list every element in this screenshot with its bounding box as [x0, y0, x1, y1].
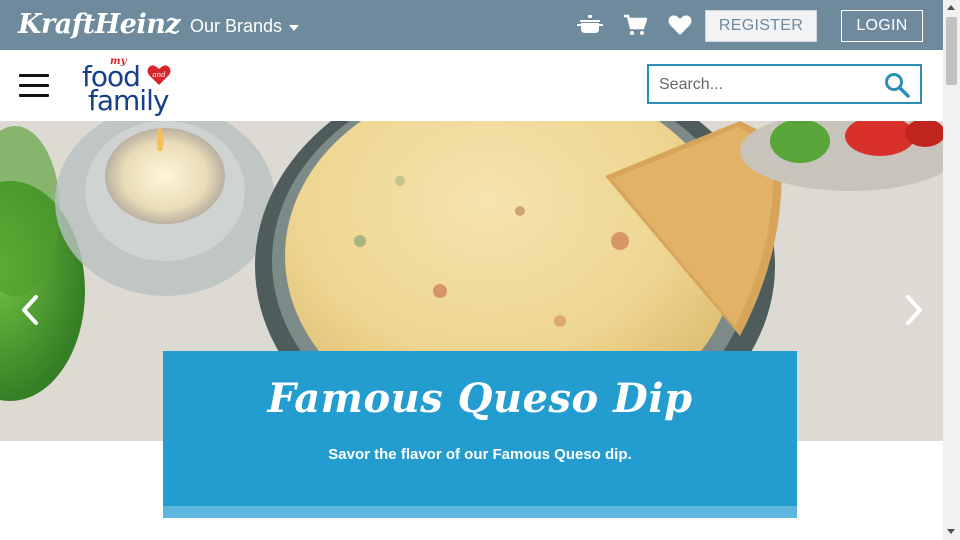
logo-family-text: family	[88, 84, 169, 117]
kraftheinz-logo[interactable]: KraftHeinz	[18, 9, 181, 40]
login-button[interactable]: LOGIN	[841, 10, 923, 42]
caret-down-icon	[289, 25, 300, 31]
menu-icon[interactable]	[19, 74, 49, 97]
next-slide-button[interactable]	[902, 293, 926, 327]
our-brands-dropdown[interactable]: Our Brands	[190, 16, 300, 37]
cart-icon[interactable]	[622, 12, 648, 38]
logo-and-text: and	[152, 71, 166, 79]
hero-caption[interactable]: Famous Queso Dip Savor the flavor of our…	[163, 351, 797, 518]
top-bar: KraftHeinz Our Brands REGISTER LOGIN	[0, 0, 943, 50]
logo-heart-icon: and	[147, 65, 171, 85]
our-brands-label: Our Brands	[190, 16, 283, 36]
search-box	[647, 64, 922, 104]
search-icon[interactable]	[884, 72, 910, 98]
caption-footer-stripe	[163, 506, 797, 518]
scroll-down-icon[interactable]	[947, 529, 955, 534]
page: KraftHeinz Our Brands REGISTER LOGIN my …	[0, 0, 960, 540]
search-input[interactable]	[659, 74, 869, 96]
register-button[interactable]: REGISTER	[705, 10, 817, 42]
scroll-thumb[interactable]	[946, 17, 957, 85]
heart-icon[interactable]	[667, 12, 693, 38]
prev-slide-button[interactable]	[18, 293, 42, 327]
hero-title: Famous Queso Dip	[267, 375, 693, 422]
my-food-and-family-logo[interactable]: my food and family	[80, 56, 180, 118]
site-nav: my food and family	[0, 50, 943, 121]
pot-icon[interactable]	[577, 12, 603, 38]
scroll-up-icon[interactable]	[947, 5, 955, 10]
hero-subtitle: Savor the flavor of our Famous Queso dip…	[328, 446, 632, 463]
page-scrollbar[interactable]	[943, 0, 960, 540]
